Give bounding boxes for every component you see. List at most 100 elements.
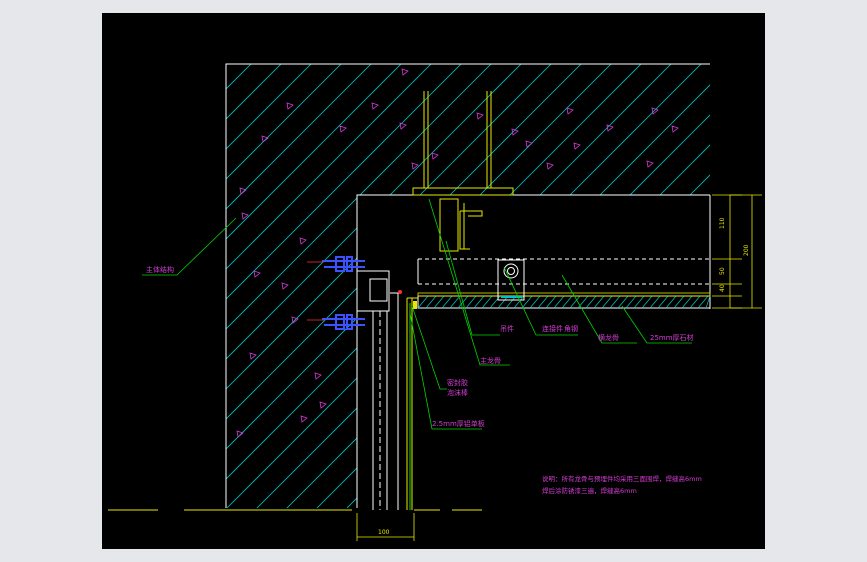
aggregate-mark	[253, 270, 261, 278]
hatch-line	[226, 64, 553, 508]
aggregate-mark	[300, 415, 308, 423]
stone-hatch-line	[481, 295, 493, 309]
section-drawing: 主体结构 主龙骨 吊件 连接件 横龙骨 25mm厚石材 密封胶 泡沫棒 2.5m…	[102, 63, 765, 541]
aggregate-mark	[566, 107, 574, 115]
hatch-line	[226, 64, 673, 508]
aggregate-mark	[281, 282, 289, 290]
hatch-line	[226, 64, 343, 508]
hatch-line	[381, 64, 710, 508]
stone-hatch-line	[545, 295, 557, 309]
aggregate-mark	[476, 112, 484, 120]
stone-hatch-line	[529, 295, 541, 309]
stone-hatch-line	[593, 295, 605, 309]
aggregate-mark	[511, 128, 519, 136]
label-connector: 连接件	[542, 324, 563, 333]
stone-hatch-line	[537, 295, 549, 309]
hatch-line	[102, 63, 162, 533]
hatch-line	[226, 64, 283, 508]
stone-hatch-line	[433, 295, 445, 309]
hatch-line	[226, 64, 493, 508]
stone-hatch-line	[625, 295, 637, 309]
hatch-line	[712, 63, 765, 533]
stone-hatch-line	[665, 295, 677, 309]
aggregate-mark	[371, 102, 379, 110]
stone-hatch-line	[601, 295, 613, 309]
hatch-line	[411, 64, 710, 508]
connector-bracket	[497, 259, 525, 301]
stone-hatch-line	[609, 295, 621, 309]
anchor-bolts	[322, 256, 365, 330]
stone-hatch-line	[689, 295, 701, 309]
aggregate-mark	[401, 68, 409, 76]
aluminum-plate	[406, 297, 418, 510]
stone-hatch-line	[465, 295, 477, 309]
stone-hatch-line	[417, 295, 429, 309]
aggregate-mark	[261, 135, 269, 143]
stone-hatch-line	[673, 295, 685, 309]
stone-hatch-line	[617, 295, 629, 309]
dim-200: 200	[743, 244, 750, 256]
hatch-line	[231, 64, 703, 508]
dim-100: 100	[378, 529, 390, 536]
stone-hatch-line	[649, 295, 661, 309]
aggregate-mark	[671, 125, 679, 133]
concrete-structure	[102, 63, 765, 533]
label-foam-rod: 泡沫棒	[447, 388, 468, 397]
hatch-line	[291, 64, 710, 508]
vertical-frame	[356, 270, 399, 510]
aggregate-mark	[249, 352, 257, 360]
hatch-line	[742, 63, 765, 533]
label-steel-angle: 角钢	[564, 324, 578, 333]
hatch-line	[226, 64, 253, 508]
cross-keel	[417, 258, 710, 285]
hatch-line	[261, 64, 710, 508]
note-line-2: 焊后涂防锈漆三遍，焊缝高6mm	[542, 486, 637, 495]
hatch-line	[621, 64, 710, 508]
label-cross-keel: 横龙骨	[598, 333, 619, 342]
stone-hatch-line	[681, 295, 693, 309]
label-adhesive: 密封胶	[447, 378, 468, 387]
stone-hatch-line	[561, 295, 573, 309]
aggregate-mark	[573, 142, 581, 150]
label-main-keel: 主龙骨	[480, 356, 501, 365]
aggregate-mark	[299, 237, 307, 245]
stone-hatch-line	[553, 295, 565, 309]
aggregate-mark	[319, 401, 327, 409]
aggregate-mark	[286, 102, 294, 110]
label-main-structure: 主体结构	[146, 265, 174, 274]
aggregate-mark	[431, 152, 439, 160]
label-stone: 25mm厚石材	[650, 333, 694, 342]
aggregate-mark	[314, 372, 322, 380]
aggregate-mark	[651, 107, 659, 115]
aggregate-mark	[546, 162, 554, 170]
dim-50: 50	[719, 267, 726, 275]
hatch-line	[561, 64, 710, 508]
aggregate-mark	[646, 160, 654, 168]
hatch-line	[226, 64, 613, 508]
hatch-line	[102, 63, 192, 533]
hatch-line	[226, 64, 313, 508]
aggregate-mark	[606, 124, 614, 132]
stone-hatch-line	[633, 295, 645, 309]
dim-110: 110	[719, 217, 726, 229]
aggregate-mark	[339, 125, 347, 133]
stone-hatch-line	[641, 295, 653, 309]
label-hanger: 吊件	[500, 324, 514, 333]
stone-hatch-line	[425, 295, 437, 309]
hatch-line	[102, 63, 222, 533]
stone-hatch-line	[441, 295, 453, 309]
stone-hatch-line	[449, 295, 461, 309]
label-aluminum-plate: 2.5mm厚铝单板	[432, 419, 485, 428]
stone-hatch-line	[657, 295, 669, 309]
stone-hatch-line	[585, 295, 597, 309]
aggregate-mark	[236, 430, 244, 438]
note-line-1: 说明：所有龙骨与预埋件均采用三面围焊，焊缝高6mm	[542, 474, 702, 483]
hatch-line	[681, 64, 710, 508]
aggregate-mark	[239, 187, 247, 195]
hatch-line	[102, 63, 132, 533]
hatch-line	[651, 64, 710, 508]
cad-drawing-canvas[interactable]: 主体结构 主龙骨 吊件 连接件 横龙骨 25mm厚石材 密封胶 泡沫棒 2.5m…	[102, 13, 765, 549]
stone-hatch-line	[473, 295, 485, 309]
stone-hatch-line	[577, 295, 589, 309]
dim-40: 40	[719, 284, 726, 292]
